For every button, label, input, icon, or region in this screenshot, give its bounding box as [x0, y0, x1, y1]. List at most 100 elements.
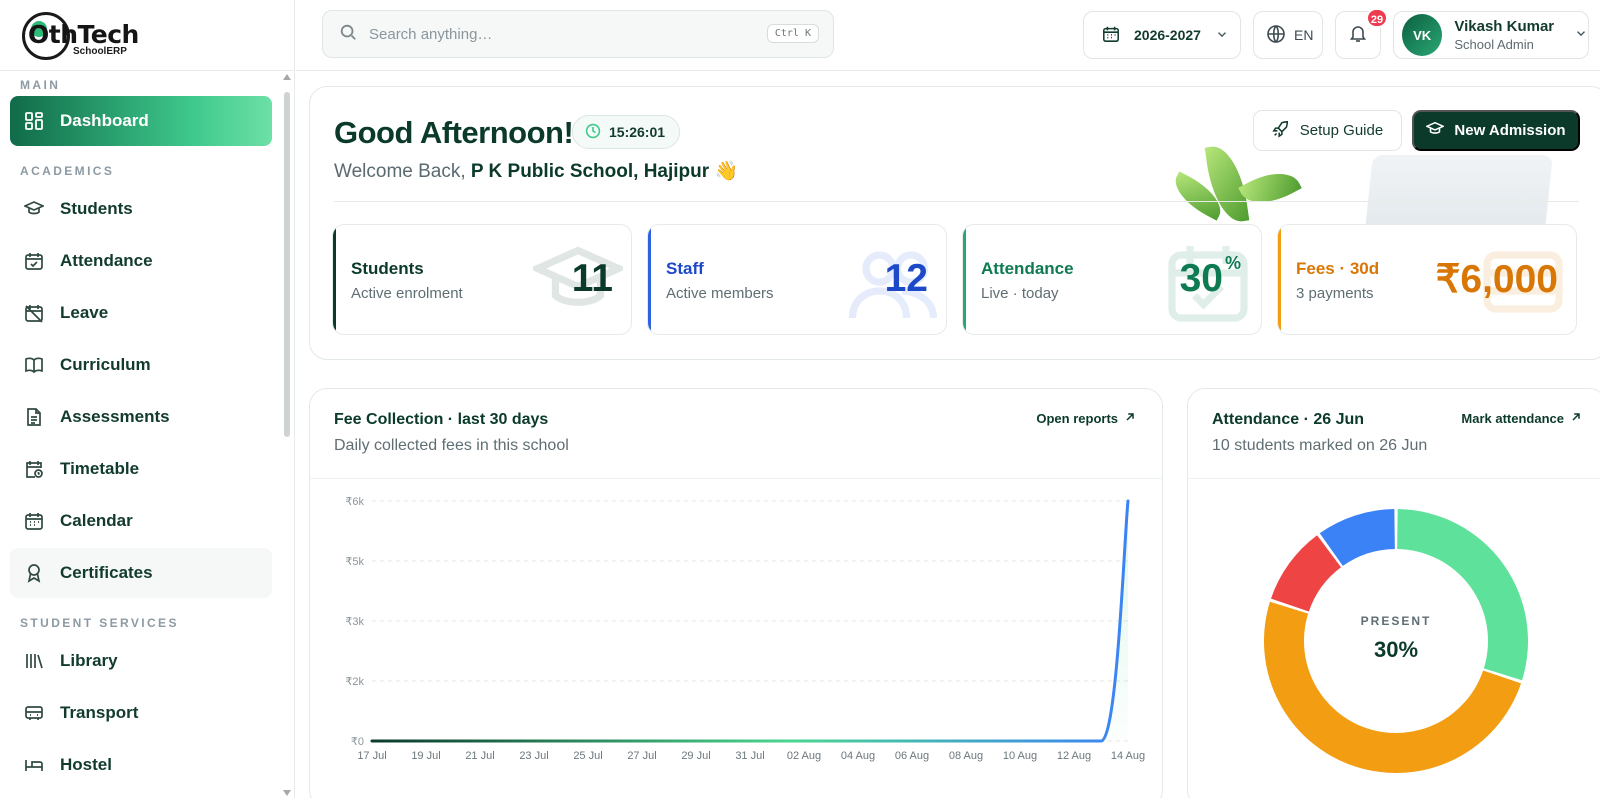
- welcome-card: Good Afternoon! 15:26:01 Welcome Back, P…: [309, 86, 1600, 360]
- y-tick-label: ₹2k: [345, 676, 364, 688]
- wave-emoji: 👋: [714, 161, 739, 182]
- academic-year-value: 2026-2027: [1134, 27, 1201, 43]
- sidebar-item-curriculum[interactable]: Curriculum: [10, 340, 272, 390]
- stat-card-staff[interactable]: Staff Active members 12: [647, 224, 947, 335]
- arrow-up-right-icon: [1124, 411, 1136, 426]
- stat-card-attendance[interactable]: Attendance Live · today 30 %: [962, 224, 1262, 335]
- user-info: Vikash Kumar School Admin: [1454, 18, 1562, 52]
- stat-value: 11: [571, 257, 613, 300]
- x-tick-label: 08 Aug: [949, 750, 983, 762]
- bus-icon: [24, 703, 44, 723]
- x-tick-label: 19 Jul: [411, 750, 440, 762]
- new-admission-label: New Admission: [1454, 122, 1566, 139]
- sidebar-item-label: Curriculum: [60, 355, 151, 374]
- sidebar-item-library[interactable]: Library: [10, 636, 272, 686]
- sidebar-item-transport[interactable]: Transport: [10, 688, 272, 738]
- bed-icon: [24, 755, 44, 775]
- language-selector[interactable]: EN: [1253, 11, 1323, 59]
- card-subtitle: Daily collected fees in this school: [334, 437, 569, 454]
- x-tick-label: 12 Aug: [1057, 750, 1091, 762]
- sidebar-item-attendance[interactable]: Attendance: [10, 236, 272, 286]
- sidebar-item-label: Assessments: [60, 407, 170, 426]
- sidebar-item-label: Attendance: [60, 251, 153, 270]
- search-box[interactable]: Ctrl K: [322, 10, 834, 58]
- scroll-down-arrow-icon[interactable]: [283, 790, 291, 796]
- graduation-cap-icon: [24, 199, 44, 219]
- mark-attendance-link[interactable]: Mark attendance: [1461, 411, 1582, 426]
- card-title: Attendance · 26 Jun: [1212, 411, 1365, 428]
- calendar-off-icon: [24, 303, 44, 323]
- stat-label: Students: [351, 259, 424, 278]
- sidebar-item-timetable[interactable]: Timetable: [10, 444, 272, 494]
- brand-logo[interactable]: OthTech SchoolERP: [0, 0, 294, 71]
- stat-label: Attendance: [981, 259, 1074, 278]
- y-tick-label: ₹0: [351, 736, 364, 748]
- search-input[interactable]: [369, 25, 749, 43]
- search-shortcut-hint: Ctrl K: [766, 24, 819, 43]
- language-value: EN: [1294, 27, 1314, 43]
- book-open-icon: [24, 355, 44, 375]
- user-menu[interactable]: VK Vikash Kumar School Admin: [1393, 11, 1589, 59]
- sidebar-item-students[interactable]: Students: [10, 184, 272, 234]
- dashboard-icon: [24, 111, 44, 131]
- user-role: School Admin: [1454, 37, 1534, 52]
- card-subtitle: 10 students marked on 26 Jun: [1212, 437, 1428, 454]
- stat-label: Staff: [666, 259, 704, 278]
- welcome-divider: [334, 201, 1579, 202]
- sidebar-item-label: Leave: [60, 303, 109, 322]
- sidebar-item-assessments[interactable]: Assessments: [10, 392, 272, 442]
- library-icon: [24, 651, 44, 671]
- y-tick-label: ₹5k: [345, 556, 364, 568]
- sidebar-item-label: Students: [60, 199, 133, 218]
- x-tick-label: 21 Jul: [465, 750, 494, 762]
- sidebar-item-calendar[interactable]: Calendar: [10, 496, 272, 546]
- stat-sub: Active enrolment: [351, 285, 463, 302]
- open-reports-label: Open reports: [1036, 411, 1118, 426]
- stat-sub: 3 payments: [1296, 285, 1374, 302]
- attendance-card: Attendance · 26 Jun 10 students marked o…: [1187, 388, 1600, 798]
- sidebar-item-label: Certificates: [60, 563, 153, 582]
- x-tick-label: 23 Jul: [519, 750, 548, 762]
- sidebar-item-hostel[interactable]: Hostel: [10, 740, 272, 790]
- fee-collection-chart: ₹0 ₹2k ₹3k ₹5k ₹6k 17 Jul 19 Jul 21 Jul 23 Jul 25…: [345, 496, 1145, 762]
- globe-icon: [1266, 24, 1286, 47]
- sidebar-scrollbar[interactable]: [284, 92, 290, 437]
- new-admission-button[interactable]: New Admission: [1412, 110, 1580, 151]
- x-tick-label: 29 Jul: [681, 750, 710, 762]
- x-tick-label: 06 Aug: [895, 750, 929, 762]
- sidebar-item-dashboard[interactable]: Dashboard: [10, 96, 272, 146]
- stat-accent: [963, 225, 966, 334]
- sidebar-item-label: Hostel: [60, 755, 112, 774]
- notification-count-badge: 29: [1366, 8, 1388, 28]
- setup-guide-label: Setup Guide: [1299, 122, 1384, 139]
- welcome-subtitle: Welcome Back, P K Public School, Hajipur…: [334, 159, 738, 183]
- stat-value: 30: [1179, 257, 1223, 300]
- search-icon: [339, 23, 357, 45]
- chevron-down-icon: [1574, 26, 1588, 45]
- stat-card-fees[interactable]: Fees · 30d 3 payments ₹6,000: [1277, 224, 1577, 335]
- scroll-up-arrow-icon[interactable]: [283, 74, 291, 80]
- sidebar-item-leave[interactable]: Leave: [10, 288, 272, 338]
- greeting-title: Good Afternoon!: [334, 115, 574, 150]
- stat-card-students[interactable]: Students Active enrolment 11: [332, 224, 632, 335]
- calendar-icon: [24, 511, 44, 531]
- setup-guide-button[interactable]: Setup Guide: [1253, 110, 1402, 151]
- section-label-main: MAIN: [20, 78, 61, 92]
- stat-value: 12: [884, 257, 928, 300]
- x-tick-label: 27 Jul: [627, 750, 656, 762]
- academic-year-selector[interactable]: 2026-2027: [1083, 11, 1241, 59]
- stat-sub: Active members: [666, 285, 774, 302]
- x-tick-label: 10 Aug: [1003, 750, 1037, 762]
- y-tick-label: ₹3k: [345, 616, 364, 628]
- stat-value: ₹6,000: [1435, 258, 1558, 301]
- sidebar-item-label: Transport: [60, 703, 139, 722]
- attendance-donut-chart: PRESENT 30%: [1264, 509, 1528, 773]
- open-reports-link[interactable]: Open reports: [1036, 411, 1136, 426]
- stat-accent: [648, 225, 651, 334]
- sidebar-item-certificates[interactable]: Certificates: [10, 548, 272, 598]
- x-tick-label: 02 Aug: [787, 750, 821, 762]
- brand-sub: SchoolERP: [73, 46, 127, 57]
- calendar-check-icon: [24, 251, 44, 271]
- fee-collection-card: Fee Collection · last 30 days Daily coll…: [309, 388, 1163, 798]
- stat-accent: [333, 225, 336, 334]
